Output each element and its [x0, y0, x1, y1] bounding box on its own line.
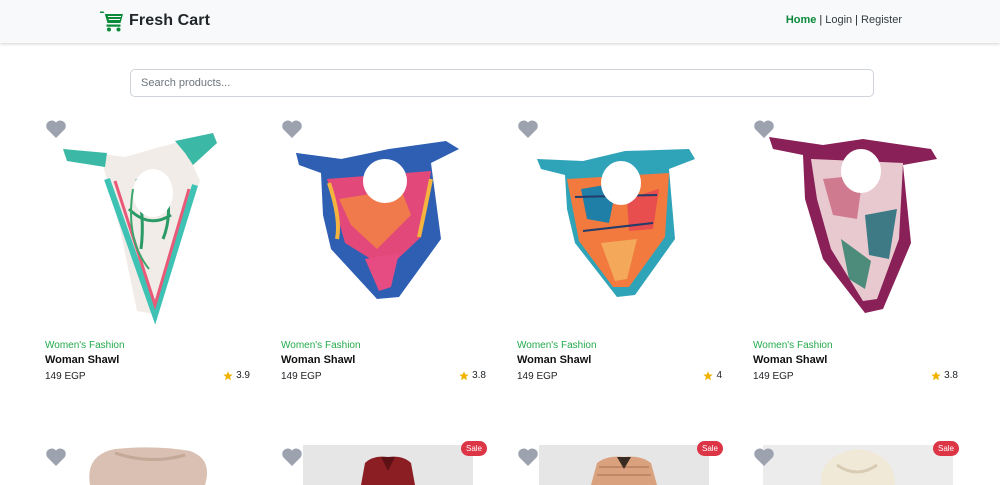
star-icon: [703, 370, 714, 380]
rating-value: 3.9: [236, 370, 250, 381]
sale-badge: Sale: [460, 441, 487, 456]
nav-separator: |: [819, 14, 823, 26]
heart-icon[interactable]: [281, 447, 303, 467]
product-category: Women's Fashion: [753, 340, 833, 351]
product-title: Woman Shawl: [753, 354, 828, 366]
rating-value: 4: [716, 370, 722, 381]
brand-name: Fresh Cart: [129, 12, 211, 29]
heart-icon[interactable]: [753, 447, 775, 467]
search-input[interactable]: [130, 69, 874, 97]
product-card[interactable]: Women's Fashion Woman Shawl 149 EGP 3.9: [45, 119, 255, 389]
heart-icon[interactable]: [753, 119, 775, 139]
nav-links: Home | Login | Register: [786, 14, 902, 26]
product-title: Woman Shawl: [517, 354, 592, 366]
product-rating: 3.8: [459, 370, 486, 381]
product-title: Woman Shawl: [45, 354, 120, 366]
heart-icon[interactable]: [45, 447, 67, 467]
product-category: Women's Fashion: [517, 340, 597, 351]
star-icon: [931, 370, 941, 380]
product-image[interactable]: [303, 445, 473, 485]
product-card[interactable]: Women's Fashion Woman Shawl 149 EGP 3.8: [753, 119, 963, 389]
star-icon: [459, 370, 469, 380]
product-image[interactable]: [539, 445, 709, 485]
star-icon: [223, 370, 233, 380]
nav-separator: |: [855, 14, 859, 26]
sale-badge: Sale: [696, 441, 723, 456]
navbar: Fresh Cart Home | Login | Register: [0, 0, 1000, 43]
product-category: Women's Fashion: [45, 340, 125, 351]
search-bar: [130, 69, 874, 97]
product-image[interactable]: [45, 445, 255, 485]
product-rating: 3.9: [223, 370, 250, 381]
product-price: 149 EGP: [281, 371, 322, 382]
product-price: 149 EGP: [45, 371, 86, 382]
heart-icon[interactable]: [281, 119, 303, 139]
product-title: Woman Shawl: [281, 354, 356, 366]
product-price: 149 EGP: [753, 371, 794, 382]
product-card[interactable]: Sale: [517, 441, 727, 485]
product-price: 149 EGP: [517, 371, 558, 382]
nav-link-home[interactable]: Home: [786, 14, 817, 26]
product-card[interactable]: Women's Fashion Woman Shawl 149 EGP 3.8: [281, 119, 491, 389]
product-image[interactable]: [281, 119, 491, 329]
heart-icon[interactable]: [517, 119, 539, 139]
product-card[interactable]: Sale: [753, 441, 963, 485]
rating-value: 3.8: [472, 370, 486, 381]
sale-badge: Sale: [932, 441, 959, 456]
brand-logo[interactable]: Fresh Cart: [100, 8, 210, 34]
heart-icon[interactable]: [45, 119, 67, 139]
product-image[interactable]: [517, 119, 727, 329]
product-rating: 4: [703, 370, 722, 381]
product-image[interactable]: [45, 119, 255, 329]
product-category: Women's Fashion: [281, 340, 361, 351]
product-card[interactable]: Women's Fashion Woman Shawl 149 EGP 4: [517, 119, 727, 389]
cart-icon: [100, 11, 123, 32]
rating-value: 3.8: [944, 370, 958, 381]
product-image[interactable]: [763, 445, 953, 485]
product-card[interactable]: [45, 441, 255, 485]
product-rating: 3.8: [931, 370, 958, 381]
heart-icon[interactable]: [517, 447, 539, 467]
product-card[interactable]: Sale: [281, 441, 491, 485]
nav-link-register[interactable]: Register: [861, 14, 902, 26]
nav-link-login[interactable]: Login: [825, 14, 852, 26]
product-image[interactable]: [753, 119, 963, 329]
